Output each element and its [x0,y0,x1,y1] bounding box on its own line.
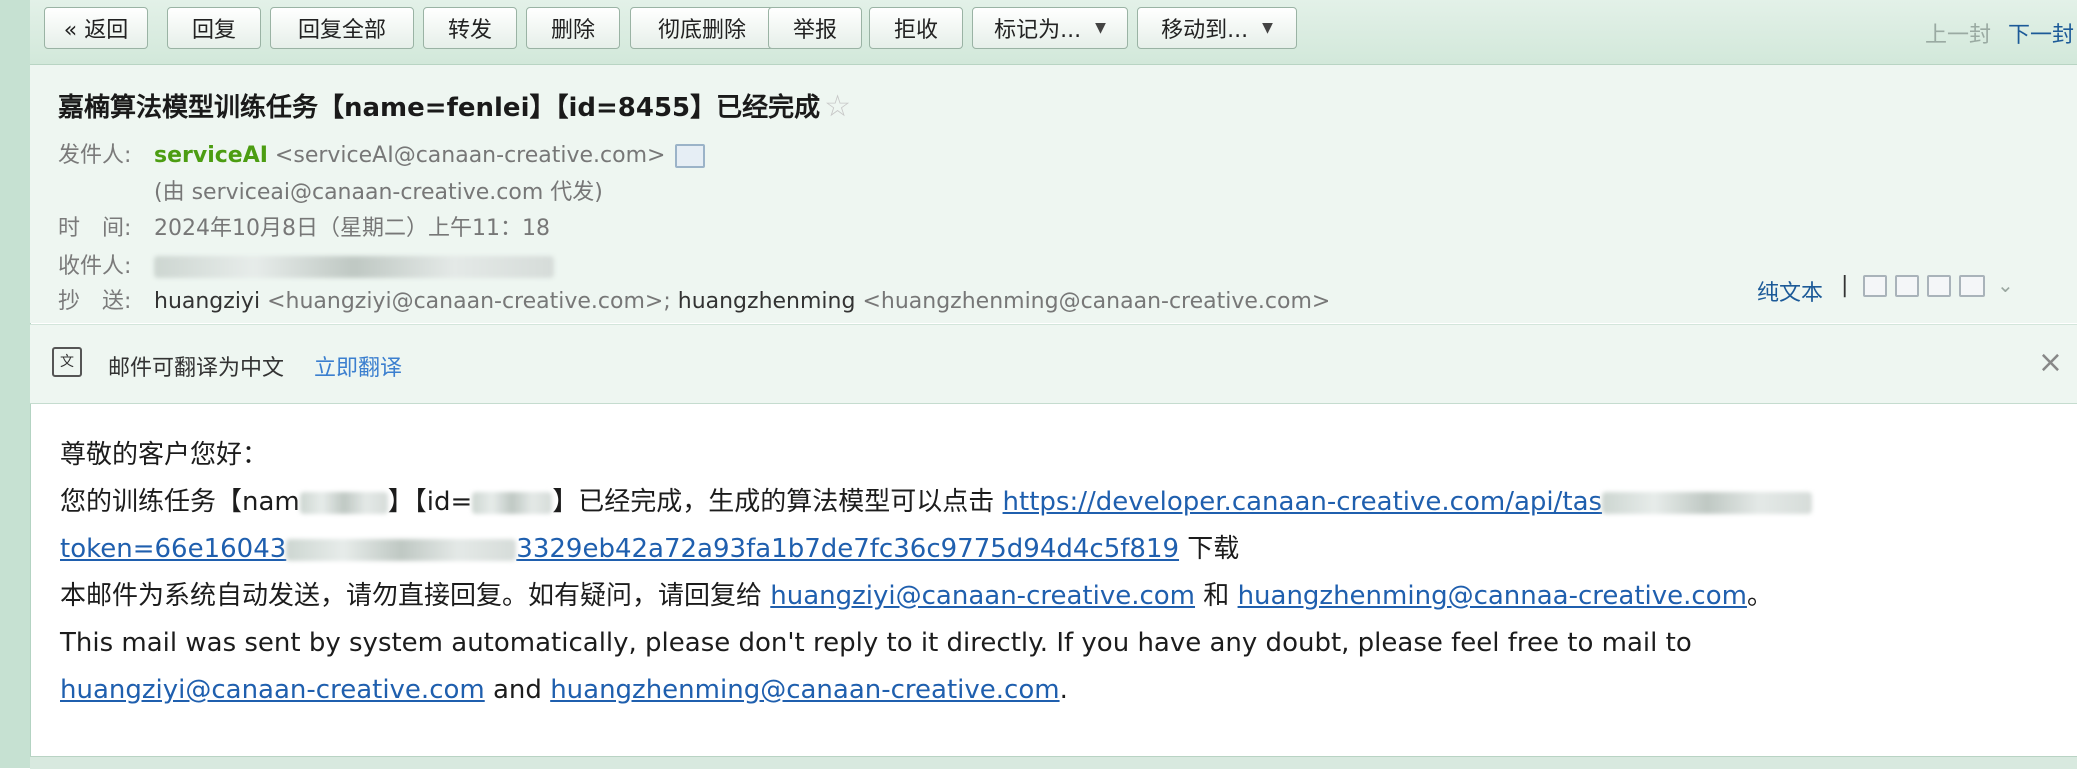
on-behalf-row: (由 serviceai@canaan-creative.com 代发) [154,174,603,206]
chevron-down-icon: ▼ [1095,20,1106,36]
mail-subject: 嘉楠算法模型训练任务【name=fenlei】【id=8455】已经完成 ☆ [58,87,851,124]
redacted-token [286,538,517,561]
cc-email-2: <huangzhenming@canaan-creative.com> [862,289,1331,314]
and-cn: 和 [1203,581,1230,611]
mark-as-dropdown[interactable]: 标记为... ▼ [972,7,1128,49]
expand-chevron-icon[interactable]: ⌄ [1997,273,2014,297]
download-link-continued[interactable]: token=66e16043 3329eb42a72a93fa1b7de7fc36… [60,534,1179,564]
reject-button[interactable]: 拒收 [869,7,963,49]
move-to-dropdown[interactable]: 移动到... ▼ [1137,7,1297,49]
sender-name[interactable]: serviceAI [154,143,268,168]
line1-part-c: 】已经完成，生成的算法模型可以点击 [552,487,995,517]
cc-name-2[interactable]: huangzhenming [678,289,856,314]
redacted-name [299,491,388,514]
reply-all-button[interactable]: 回复全部 [270,7,414,49]
greeting: 尊敬的客户您好： [60,440,269,470]
new-window-icon[interactable] [1863,275,1887,297]
body-line-3: 本邮件为系统自动发送，请勿直接回复。如有疑问，请回复给 huangziyi@ca… [60,573,2050,620]
mail-link-huangziyi-en[interactable]: huangziyi@canaan-creative.com [60,675,485,705]
delete-forever-button[interactable]: 彻底删除 [630,7,774,49]
tools-divider: | [1841,273,1849,298]
plain-text-link[interactable]: 纯文本 [1757,275,1823,307]
left-sidebar-edge [0,0,31,768]
mail-link-huangzhenming-en[interactable]: huangzhenming@canaan-creative.com [550,675,1059,705]
star-icon[interactable]: ☆ [824,89,851,124]
subject-text: 嘉楠算法模型训练任务【name=fenlei】【id=8455】已经完成 [58,93,821,123]
delete-button[interactable]: 删除 [526,7,620,49]
to-row: 收件人: [58,248,554,280]
close-icon[interactable]: × [2038,345,2063,380]
link-part-a[interactable]: https://developer.canaan-creative.com/ap… [1003,487,1603,517]
translate-hint: 邮件可翻译为中文 [108,356,285,381]
body-line-2: token=66e16043 3329eb42a72a93fa1b7de7fc36… [60,526,2050,573]
token-prefix[interactable]: token=66e16043 [60,534,286,564]
time-value: 2024年10月8日（星期二）上午11：18 [154,216,550,241]
cc-label: 抄 送: [58,289,132,314]
cc-name-1[interactable]: huangziyi [154,289,260,314]
contact-card-icon[interactable] [675,144,706,168]
mail-body: 尊敬的客户您好： 您的训练任务【nam 】【id= 】已经完成，生成的算法模型可以点… [60,432,2050,714]
translate-bar: 文 邮件可翻译为中文 立即翻译 × [30,324,2077,404]
mark-as-label: 标记为... [994,18,1082,43]
redacted-link-part [1602,491,1813,514]
token-suffix[interactable]: 3329eb42a72a93fa1b7de7fc36c9775d94d4c5f8… [516,534,1179,564]
cc-row: 抄 送: huangziyi <huangziyi@canaan-creative… [58,283,1330,315]
bottom-divider [30,756,2077,769]
next-mail-link[interactable]: 下一封 [2008,17,2074,49]
line1-part-b: 】【id= [387,487,473,517]
from-row: 发件人: serviceAI <serviceAI@canaan-creative… [58,137,706,169]
recipient-redacted [154,256,554,278]
cc-email-1: <huangziyi@canaan-creative.com>; [267,289,671,314]
period-cn: 。 [1746,581,1773,611]
mail-link-huangziyi[interactable]: huangziyi@canaan-creative.com [770,581,1195,611]
sender-email: <serviceAI@canaan-creative.com> [274,143,666,168]
translate-now-link[interactable]: 立即翻译 [314,350,402,382]
header-tools: 纯文本 | ⌄ [1757,269,2077,309]
time-label: 时 间: [58,216,132,241]
mail-link-huangzhenming-cn[interactable]: huangzhenming@cannaa-creative.com [1238,581,1747,611]
on-behalf-text: (由 serviceai@canaan-creative.com 代发) [154,180,603,205]
mail-toolbar: « 返回 回复 回复全部 转发 删除 彻底删除 举报 拒收 标记为... ▼ 移动… [30,0,2077,65]
move-to-label: 移动到... [1161,18,1249,43]
chevron-down-icon: ▼ [1262,20,1273,36]
time-row: 时 间: 2024年10月8日（星期二）上午11：18 [58,210,550,242]
body-line-5: huangziyi@canaan-creative.com and huangz… [60,667,2050,714]
forward-button[interactable]: 转发 [423,7,517,49]
period-en: . [1059,675,1068,705]
report-button[interactable]: 举报 [768,7,862,49]
document-icon[interactable] [1895,275,1919,297]
translate-icon: 文 [52,347,82,377]
from-label: 发件人: [58,143,132,168]
to-label: 收件人: [58,254,132,279]
back-button[interactable]: « 返回 [44,7,148,49]
download-link[interactable]: https://developer.canaan-creative.com/ap… [1003,487,1813,517]
mail-header: 嘉楠算法模型训练任务【name=fenlei】【id=8455】已经完成 ☆ 发件… [30,65,2077,323]
body-line-1: 您的训练任务【nam 】【id= 】已经完成，生成的算法模型可以点击 https:/… [60,479,2050,526]
body-line-4: This mail was sent by system automatical… [60,628,1692,658]
download-text: 下载 [1187,534,1240,564]
prev-mail-link[interactable]: 上一封 [1925,17,1991,49]
line1-part-a: 您的训练任务【nam [60,487,300,517]
print-icon[interactable] [1959,275,1985,297]
download-icon[interactable] [1927,275,1951,297]
reply-button[interactable]: 回复 [167,7,261,49]
line3-text: 本邮件为系统自动发送，请勿直接回复。如有疑问，请回复给 [60,581,763,611]
and-en: and [493,675,542,705]
redacted-id [472,491,553,514]
